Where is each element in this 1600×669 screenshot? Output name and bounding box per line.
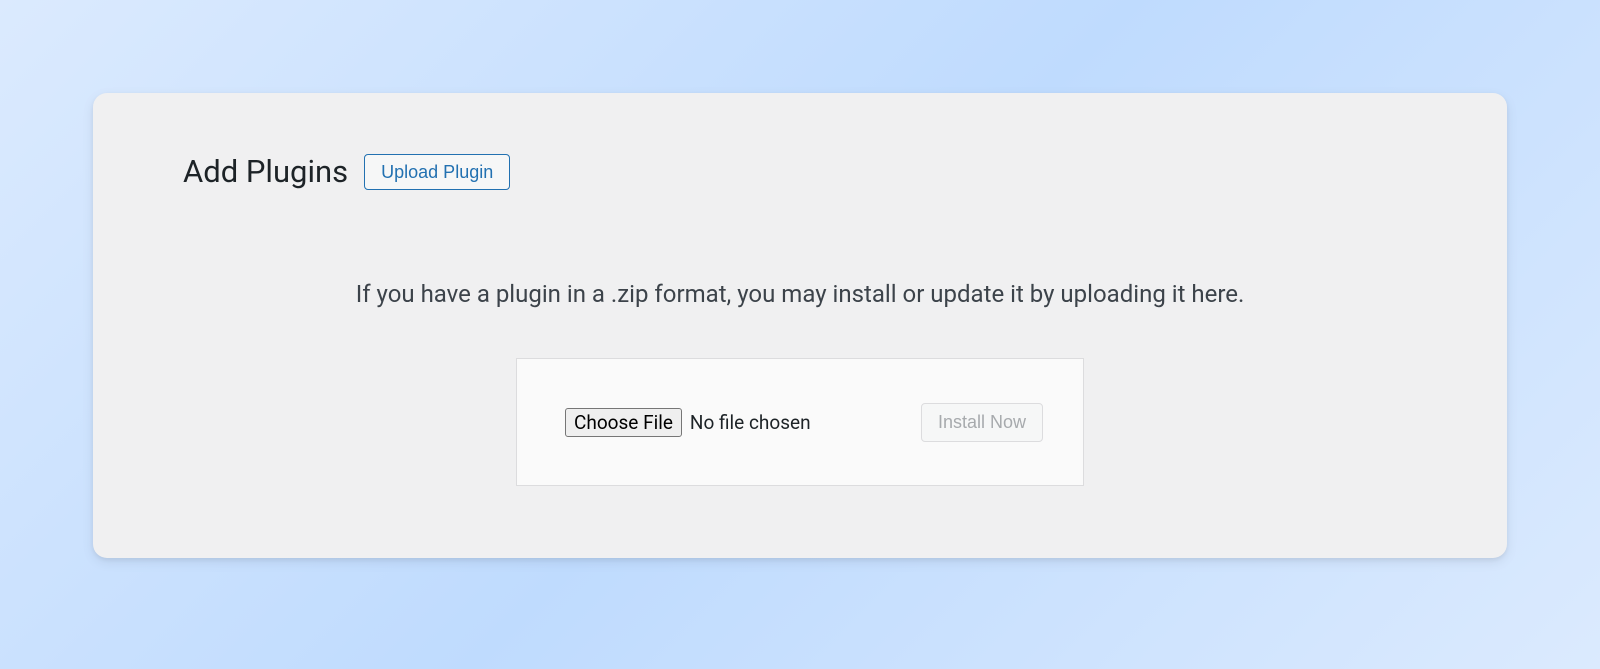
install-now-button[interactable]: Install Now bbox=[921, 403, 1043, 442]
add-plugins-panel: Add Plugins Upload Plugin If you have a … bbox=[93, 93, 1507, 558]
file-input-group: Choose File No file chosen bbox=[565, 408, 811, 437]
page-title: Add Plugins bbox=[183, 153, 348, 190]
choose-file-button[interactable]: Choose File bbox=[565, 408, 682, 437]
header-row: Add Plugins Upload Plugin bbox=[183, 153, 1417, 190]
file-chosen-status: No file chosen bbox=[690, 411, 811, 434]
upload-plugin-button[interactable]: Upload Plugin bbox=[364, 154, 510, 190]
upload-form-box: Choose File No file chosen Install Now bbox=[516, 358, 1084, 486]
upload-instruction-text: If you have a plugin in a .zip format, y… bbox=[183, 280, 1417, 308]
